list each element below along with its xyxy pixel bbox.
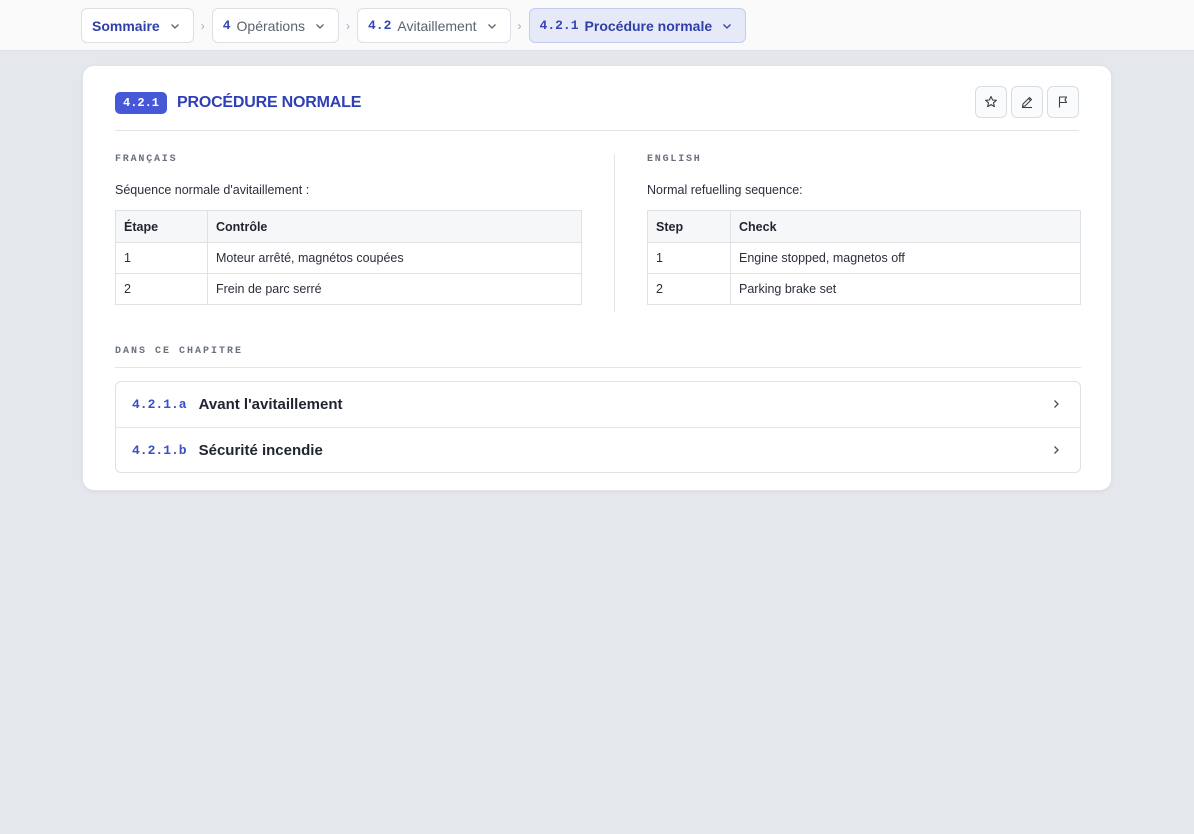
table-cell: Frein de parc serré xyxy=(207,273,582,305)
column-divider xyxy=(614,154,615,312)
favorite-button[interactable] xyxy=(975,86,1007,118)
section-card: 4.2.1 PROCÉDURE NORMALE FRANÇAIS Séquenc… xyxy=(82,65,1112,491)
chapter-item-avant-avitaillement[interactable]: 4.2.1.a Avant l'avitaillement xyxy=(116,382,1080,427)
chapter-item-code: 4.2.1.a xyxy=(132,397,187,412)
section-number-badge: 4.2.1 xyxy=(115,92,168,114)
table-cell: 1 xyxy=(115,242,208,274)
procedure-table-english: Step Check 1 Engine stopped, magnetos of… xyxy=(647,210,1081,305)
flag-button[interactable] xyxy=(1047,86,1079,118)
column-header: Check xyxy=(730,210,1081,243)
breadcrumb-item-number: 4.2 xyxy=(368,18,392,33)
chapter-list: 4.2.1.a Avant l'avitaillement 4.2.1.b Sé… xyxy=(115,381,1081,473)
breadcrumb-item-number: 4 xyxy=(222,18,231,33)
chapter-item-code: 4.2.1.b xyxy=(132,442,187,458)
breadcrumb-bar: Sommaire › 4 Opérations › 4.2 Avitaillem… xyxy=(0,0,1194,51)
chapter-item-title: Sécurité incendie xyxy=(198,441,323,459)
table-row: 2 Frein de parc serré xyxy=(115,273,582,305)
table-cell: 2 xyxy=(647,273,731,305)
language-label-english: ENGLISH xyxy=(647,154,702,165)
breadcrumb: Sommaire › 4 Opérations › 4.2 Avitaillem… xyxy=(81,8,747,43)
chevron-down-icon xyxy=(170,23,179,29)
table-row: 1 Moteur arrêté, magnétos coupées xyxy=(115,242,582,274)
breadcrumb-item-avitaillement[interactable]: 4.2 Avitaillement xyxy=(357,8,511,43)
breadcrumb-item-number: 4.2.1 xyxy=(539,18,579,33)
language-label-french: FRANÇAIS xyxy=(115,154,178,165)
chevron-down-icon xyxy=(487,23,496,29)
column-header: Étape xyxy=(115,210,208,243)
chevron-down-icon xyxy=(316,23,324,29)
bilingual-content: FRANÇAIS Séquence normale d'avitaillemen… xyxy=(115,154,1081,312)
table-header-row: Étape Contrôle xyxy=(115,210,582,243)
breadcrumb-root[interactable]: Sommaire xyxy=(81,8,194,43)
table-row: 2 Parking brake set xyxy=(647,273,1081,305)
table-cell: Engine stopped, magnetos off xyxy=(730,242,1081,274)
breadcrumb-item-label: Avitaillement xyxy=(397,17,477,34)
chevron-right-icon xyxy=(1054,400,1059,408)
breadcrumb-separator: › xyxy=(517,18,522,33)
chapter-divider xyxy=(115,367,1081,368)
breadcrumb-separator: › xyxy=(200,18,205,33)
english-column: ENGLISH Normal refuelling sequence: Step… xyxy=(647,154,1081,305)
procedure-table-french: Étape Contrôle 1 Moteur arrêté, magnétos… xyxy=(115,210,582,305)
table-header-row: Step Check xyxy=(647,210,1081,243)
table-cell: 2 xyxy=(115,273,208,305)
column-header: Contrôle xyxy=(207,210,582,243)
table-cell: Parking brake set xyxy=(730,273,1081,305)
intro-text-english: Normal refuelling sequence: xyxy=(647,183,803,197)
section-actions xyxy=(975,86,1079,118)
french-column: FRANÇAIS Séquence normale d'avitaillemen… xyxy=(115,154,582,305)
intro-text-french: Séquence normale d'avitaillement : xyxy=(115,183,310,197)
column-header: Step xyxy=(647,210,731,243)
pencil-icon xyxy=(1021,96,1033,109)
breadcrumb-item-current[interactable]: 4.2.1 Procédure normale xyxy=(528,8,747,43)
breadcrumb-item-label: Opérations xyxy=(236,17,305,34)
chevron-down-icon xyxy=(723,23,732,29)
chapter-section-label: DANS CE CHAPITRE xyxy=(115,346,244,357)
chapter-item-securite-incendie[interactable]: 4.2.1.b Sécurité incendie xyxy=(116,427,1080,472)
table-row: 1 Engine stopped, magnetos off xyxy=(647,242,1081,274)
breadcrumb-root-label: Sommaire xyxy=(92,17,160,34)
star-icon xyxy=(985,95,997,108)
breadcrumb-separator: › xyxy=(346,18,350,33)
breadcrumb-item-operations[interactable]: 4 Opérations xyxy=(211,8,339,43)
table-cell: Moteur arrêté, magnétos coupées xyxy=(207,242,582,274)
flag-icon xyxy=(1058,96,1068,108)
table-cell: 1 xyxy=(647,242,731,274)
section-header: 4.2.1 PROCÉDURE NORMALE xyxy=(115,86,1079,131)
chevron-right-icon xyxy=(1054,446,1059,454)
edit-button[interactable] xyxy=(1011,86,1043,118)
chapter-item-title: Avant l'avitaillement xyxy=(198,396,343,413)
page-title: PROCÉDURE NORMALE xyxy=(177,94,362,111)
breadcrumb-item-label: Procédure normale xyxy=(584,17,713,34)
